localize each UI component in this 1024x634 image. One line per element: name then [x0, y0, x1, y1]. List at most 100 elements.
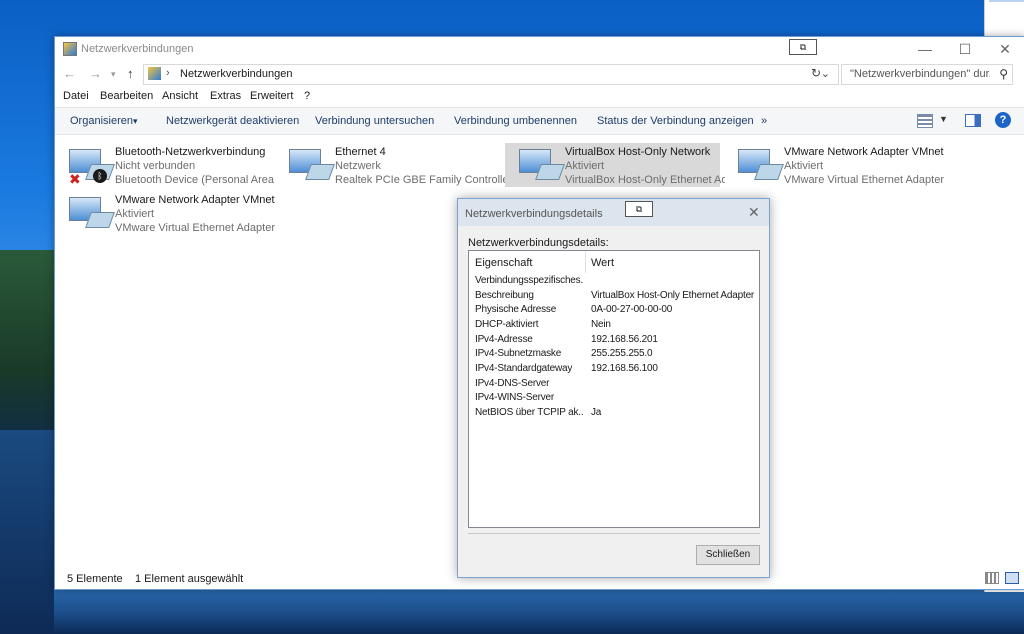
menu-erweitert[interactable]: Erweitert [250, 90, 293, 102]
network-folder-icon [63, 42, 77, 56]
connection-item-virtualbox[interactable]: VirtualBox Host-Only Network Aktiviert V… [505, 143, 725, 187]
view-status-button[interactable]: Status der Verbindung anzeigen [597, 115, 754, 127]
list-row[interactable]: Physische Adresse 0A-00-27-00-00-00 [469, 304, 759, 318]
search-input[interactable]: "Netzwerkverbindungen" dur... ⚲ [841, 64, 1013, 85]
connection-status: Aktiviert [565, 160, 605, 172]
row-value: 192.168.56.201 [591, 334, 658, 345]
connection-device: Realtek PCIe GBE Family Controller [335, 174, 505, 186]
list-row[interactable]: IPv4-WINS-Server [469, 392, 759, 406]
row-value: Ja [591, 407, 602, 418]
preview-pane-icon[interactable] [965, 114, 981, 127]
menu-bar: Datei Bearbeiten Ansicht Extras Erweiter… [55, 87, 1024, 107]
connection-status: Aktiviert [115, 208, 155, 220]
organize-button[interactable]: Organisieren [70, 115, 133, 127]
row-property: DHCP-aktiviert [475, 319, 539, 330]
menu-bearbeiten[interactable]: Bearbeiten [100, 90, 153, 102]
address-row: ← → ▾ ↑ › Netzwerkverbindungen ⌄ ↻ "Netz… [55, 61, 1024, 87]
connection-item-vmnet1[interactable]: VMware Network Adapter VMnet1 Aktiviert … [724, 143, 954, 187]
connection-name: VMware Network Adapter VMnet8 [115, 194, 275, 206]
dialog-close-icon[interactable]: ✕ [748, 204, 760, 221]
menu-extras[interactable]: Extras [210, 90, 241, 102]
breadcrumb-chevron-icon[interactable]: › [166, 67, 170, 79]
view-options-icon[interactable] [917, 114, 933, 128]
organize-dropdown-icon[interactable]: ▾ [133, 116, 138, 127]
up-arrow-icon[interactable]: ↑ [127, 66, 134, 81]
item-count: 5 Elemente [67, 573, 123, 585]
dialog-title-bar[interactable]: Netzwerkverbindungsdetails ⧉ ✕ [458, 199, 769, 226]
row-value: 192.168.56.100 [591, 363, 658, 374]
help-icon[interactable]: ? [995, 112, 1011, 128]
connection-item-bluetooth[interactable]: ✖ ᛒ Bluetooth-Netzwerkverbindung Nicht v… [55, 143, 275, 187]
list-row[interactable]: Beschreibung VirtualBox Host-Only Etherne… [469, 290, 759, 304]
address-dropdown-icon[interactable]: ⌄ [821, 67, 830, 80]
menu-ansicht[interactable]: Ansicht [162, 90, 198, 102]
list-row[interactable]: IPv4-DNS-Server [469, 378, 759, 392]
connection-item-vmnet8[interactable]: VMware Network Adapter VMnet8 Aktiviert … [55, 191, 275, 235]
row-value: 255.255.255.0 [591, 348, 653, 359]
recent-dropdown-icon[interactable]: ▾ [111, 69, 116, 80]
list-row[interactable]: NetBIOS über TCPIP ak... Ja [469, 407, 759, 421]
address-bar[interactable]: › Netzwerkverbindungen ⌄ [143, 64, 839, 85]
menu-help[interactable]: ? [304, 90, 310, 102]
list-row[interactable]: IPv4-Adresse 192.168.56.201 [469, 334, 759, 348]
connection-device: VirtualBox Host-Only Ethernet Ad... [565, 174, 725, 186]
connection-name: VMware Network Adapter VMnet1 [784, 146, 944, 158]
disable-device-button[interactable]: Netzwerkgerät deaktivieren [166, 115, 299, 127]
row-property: NetBIOS über TCPIP ak... [475, 407, 583, 418]
back-arrow-icon[interactable]: ← [63, 66, 76, 81]
list-row[interactable]: IPv4-Subnetzmaske 255.255.255.0 [469, 348, 759, 362]
details-dialog: Netzwerkverbindungsdetails ⧉ ✕ Netzwerkv… [457, 198, 770, 578]
details-label: Netzwerkverbindungsdetails: [468, 237, 609, 249]
close-dialog-button[interactable]: Schließen [696, 545, 760, 565]
column-value[interactable]: Wert [591, 257, 614, 269]
list-row[interactable]: Verbindungsspezifisches... [469, 275, 759, 289]
more-commands-button[interactable]: » [761, 115, 767, 127]
row-property: IPv4-DNS-Server [475, 378, 550, 389]
network-adapter-icon [289, 149, 321, 173]
list-header: Eigenschaft Wert [469, 251, 759, 273]
connection-device: VMware Virtual Ethernet Adapter ... [115, 222, 275, 234]
selection-count: 1 Element ausgewählt [135, 573, 244, 585]
connection-item-ethernet4[interactable]: Ethernet 4 Netzwerk Realtek PCIe GBE Fam… [275, 143, 505, 187]
forward-arrow-icon[interactable]: → [89, 66, 102, 81]
view-dropdown-icon[interactable]: ▼ [939, 114, 948, 124]
desktop-wallpaper-left [0, 250, 54, 450]
connection-device: Bluetooth Device (Personal Area ... [115, 174, 275, 186]
desktop-wallpaper-water [0, 430, 54, 634]
details-list[interactable]: Eigenschaft Wert Verbindungsspezifisches… [468, 250, 760, 528]
close-button[interactable]: ✕ [985, 37, 1024, 61]
menu-datei[interactable]: Datei [63, 90, 89, 102]
tiles-view-icon[interactable] [1005, 572, 1019, 584]
breadcrumb-path[interactable]: Netzwerkverbindungen [180, 68, 293, 80]
list-row[interactable]: IPv4-Standardgateway 192.168.56.100 [469, 363, 759, 377]
row-property: IPv4-Standardgateway [475, 363, 573, 374]
row-property: Beschreibung [475, 290, 534, 301]
list-row[interactable]: DHCP-aktiviert Nein [469, 319, 759, 333]
connection-status: Netzwerk [335, 160, 381, 172]
divider [468, 533, 760, 534]
maximize-button[interactable]: ☐ [945, 37, 985, 61]
command-bar: Organisieren ▾ Netzwerkgerät deaktiviere… [55, 107, 1024, 135]
row-value: VirtualBox Host-Only Ethernet Adapter [591, 290, 755, 301]
snap-icon[interactable]: ⧉ [625, 201, 653, 217]
diagnose-button[interactable]: Verbindung untersuchen [315, 115, 434, 127]
row-property: IPv4-Adresse [475, 334, 533, 345]
minimize-button[interactable]: — [905, 37, 945, 61]
details-view-icon[interactable] [985, 572, 999, 584]
rename-button[interactable]: Verbindung umbenennen [454, 115, 577, 127]
search-icon[interactable]: ⚲ [999, 67, 1008, 81]
connection-name: Ethernet 4 [335, 146, 386, 158]
desktop-wallpaper-bottom [54, 588, 1024, 634]
column-property[interactable]: Eigenschaft [475, 257, 532, 269]
network-adapter-icon [69, 197, 101, 221]
snap-icon[interactable]: ⧉ [789, 39, 817, 55]
connection-status: Nicht verbunden [115, 160, 196, 172]
row-property: IPv4-WINS-Server [475, 392, 555, 403]
refresh-icon[interactable]: ↻ [811, 66, 821, 80]
row-property: IPv4-Subnetzmaske [475, 348, 562, 359]
bluetooth-icon: ᛒ [93, 169, 107, 183]
row-value: Nein [591, 319, 611, 330]
connection-name: VirtualBox Host-Only Network [565, 146, 711, 158]
title-bar[interactable]: Netzwerkverbindungen ⧉ — ☐ ✕ [55, 37, 1024, 61]
search-placeholder: "Netzwerkverbindungen" dur... [850, 68, 990, 80]
